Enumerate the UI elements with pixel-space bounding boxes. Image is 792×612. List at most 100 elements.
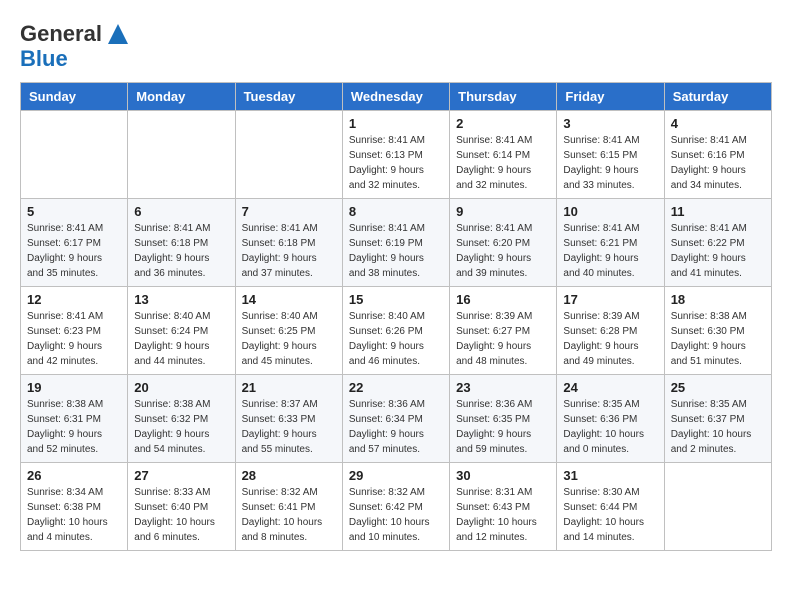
day-number: 19 [27,380,121,395]
day-info: Sunrise: 8:33 AM Sunset: 6:40 PM Dayligh… [134,485,228,545]
calendar-cell: 3 Sunrise: 8:41 AM Sunset: 6:15 PM Daylig… [557,111,664,199]
calendar-cell: 22 Sunrise: 8:36 AM Sunset: 6:34 PM Dayli… [342,375,449,463]
day-number: 9 [456,204,550,219]
day-number: 11 [671,204,765,219]
day-number: 5 [27,204,121,219]
day-number: 16 [456,292,550,307]
weekday-header-friday: Friday [557,83,664,111]
day-info: Sunrise: 8:36 AM Sunset: 6:34 PM Dayligh… [349,397,443,457]
day-number: 14 [242,292,336,307]
day-number: 27 [134,468,228,483]
day-number: 24 [563,380,657,395]
page-header: General Blue [20,20,772,72]
calendar-cell: 11 Sunrise: 8:41 AM Sunset: 6:22 PM Dayli… [664,199,771,287]
calendar-cell: 18 Sunrise: 8:38 AM Sunset: 6:30 PM Dayli… [664,287,771,375]
day-info: Sunrise: 8:41 AM Sunset: 6:17 PM Dayligh… [27,221,121,281]
day-info: Sunrise: 8:41 AM Sunset: 6:18 PM Dayligh… [242,221,336,281]
day-info: Sunrise: 8:40 AM Sunset: 6:26 PM Dayligh… [349,309,443,369]
weekday-header-tuesday: Tuesday [235,83,342,111]
calendar-cell: 16 Sunrise: 8:39 AM Sunset: 6:27 PM Dayli… [450,287,557,375]
day-info: Sunrise: 8:36 AM Sunset: 6:35 PM Dayligh… [456,397,550,457]
calendar-cell: 6 Sunrise: 8:41 AM Sunset: 6:18 PM Daylig… [128,199,235,287]
day-number: 21 [242,380,336,395]
calendar-cell: 17Sunrise: 8:39 AM Sunset: 6:28 PM Dayli… [557,287,664,375]
calendar-cell: 23 Sunrise: 8:36 AM Sunset: 6:35 PM Dayli… [450,375,557,463]
day-info: Sunrise: 8:40 AM Sunset: 6:25 PM Dayligh… [242,309,336,369]
weekday-header-thursday: Thursday [450,83,557,111]
day-number: 29 [349,468,443,483]
calendar-cell: 28 Sunrise: 8:32 AM Sunset: 6:41 PM Dayli… [235,463,342,551]
day-number: 30 [456,468,550,483]
calendar-cell: 2 Sunrise: 8:41 AM Sunset: 6:14 PM Daylig… [450,111,557,199]
day-info: Sunrise: 8:37 AM Sunset: 6:33 PM Dayligh… [242,397,336,457]
weekday-header-row: SundayMondayTuesdayWednesdayThursdayFrid… [21,83,772,111]
day-number: 2 [456,116,550,131]
day-info: Sunrise: 8:41 AM Sunset: 6:15 PM Dayligh… [563,133,657,193]
day-number: 7 [242,204,336,219]
calendar-cell: 31 Sunrise: 8:30 AM Sunset: 6:44 PM Dayli… [557,463,664,551]
day-info: Sunrise: 8:32 AM Sunset: 6:42 PM Dayligh… [349,485,443,545]
day-number: 31 [563,468,657,483]
day-info: Sunrise: 8:38 AM Sunset: 6:32 PM Dayligh… [134,397,228,457]
calendar-cell: 25Sunrise: 8:35 AM Sunset: 6:37 PM Dayli… [664,375,771,463]
day-number: 6 [134,204,228,219]
day-info: Sunrise: 8:35 AM Sunset: 6:37 PM Dayligh… [671,397,765,457]
weekday-header-monday: Monday [128,83,235,111]
calendar-cell: 21 Sunrise: 8:37 AM Sunset: 6:33 PM Dayli… [235,375,342,463]
day-info: Sunrise: 8:31 AM Sunset: 6:43 PM Dayligh… [456,485,550,545]
day-number: 13 [134,292,228,307]
day-info: Sunrise: 8:38 AM Sunset: 6:31 PM Dayligh… [27,397,121,457]
day-info: Sunrise: 8:38 AM Sunset: 6:30 PM Dayligh… [671,309,765,369]
calendar-table: SundayMondayTuesdayWednesdayThursdayFrid… [20,82,772,551]
calendar-cell: 15 Sunrise: 8:40 AM Sunset: 6:26 PM Dayli… [342,287,449,375]
day-info: Sunrise: 8:39 AM Sunset: 6:27 PM Dayligh… [456,309,550,369]
calendar-cell [664,463,771,551]
calendar-cell: 24 Sunrise: 8:35 AM Sunset: 6:36 PM Dayli… [557,375,664,463]
calendar-week-4: 19 Sunrise: 8:38 AM Sunset: 6:31 PM Dayli… [21,375,772,463]
calendar-week-1: 1Sunrise: 8:41 AM Sunset: 6:13 PM Daylig… [21,111,772,199]
day-number: 12 [27,292,121,307]
day-info: Sunrise: 8:41 AM Sunset: 6:19 PM Dayligh… [349,221,443,281]
day-info: Sunrise: 8:40 AM Sunset: 6:24 PM Dayligh… [134,309,228,369]
calendar-week-2: 5 Sunrise: 8:41 AM Sunset: 6:17 PM Daylig… [21,199,772,287]
day-info: Sunrise: 8:41 AM Sunset: 6:23 PM Dayligh… [27,309,121,369]
day-number: 15 [349,292,443,307]
day-info: Sunrise: 8:32 AM Sunset: 6:41 PM Dayligh… [242,485,336,545]
calendar-cell: 9 Sunrise: 8:41 AM Sunset: 6:20 PM Daylig… [450,199,557,287]
day-info: Sunrise: 8:41 AM Sunset: 6:21 PM Dayligh… [563,221,657,281]
calendar-cell: 26 Sunrise: 8:34 AM Sunset: 6:38 PM Dayli… [21,463,128,551]
calendar-cell: 29 Sunrise: 8:32 AM Sunset: 6:42 PM Dayli… [342,463,449,551]
day-number: 26 [27,468,121,483]
day-info: Sunrise: 8:30 AM Sunset: 6:44 PM Dayligh… [563,485,657,545]
day-info: Sunrise: 8:41 AM Sunset: 6:16 PM Dayligh… [671,133,765,193]
calendar-cell [235,111,342,199]
day-info: Sunrise: 8:41 AM Sunset: 6:18 PM Dayligh… [134,221,228,281]
day-number: 3 [563,116,657,131]
day-info: Sunrise: 8:35 AM Sunset: 6:36 PM Dayligh… [563,397,657,457]
calendar-cell: 1Sunrise: 8:41 AM Sunset: 6:13 PM Daylig… [342,111,449,199]
calendar-cell: 14 Sunrise: 8:40 AM Sunset: 6:25 PM Dayli… [235,287,342,375]
calendar-cell: 4Sunrise: 8:41 AM Sunset: 6:16 PM Daylig… [664,111,771,199]
day-number: 18 [671,292,765,307]
weekday-header-sunday: Sunday [21,83,128,111]
calendar-cell: 7 Sunrise: 8:41 AM Sunset: 6:18 PM Daylig… [235,199,342,287]
calendar-cell: 27 Sunrise: 8:33 AM Sunset: 6:40 PM Dayli… [128,463,235,551]
day-number: 28 [242,468,336,483]
logo: General Blue [20,20,132,72]
day-info: Sunrise: 8:41 AM Sunset: 6:20 PM Dayligh… [456,221,550,281]
day-number: 20 [134,380,228,395]
calendar-week-3: 12 Sunrise: 8:41 AM Sunset: 6:23 PM Dayli… [21,287,772,375]
calendar-cell: 8Sunrise: 8:41 AM Sunset: 6:19 PM Daylig… [342,199,449,287]
calendar-cell: 19 Sunrise: 8:38 AM Sunset: 6:31 PM Dayli… [21,375,128,463]
calendar-cell: 5 Sunrise: 8:41 AM Sunset: 6:17 PM Daylig… [21,199,128,287]
day-number: 23 [456,380,550,395]
day-info: Sunrise: 8:34 AM Sunset: 6:38 PM Dayligh… [27,485,121,545]
day-info: Sunrise: 8:41 AM Sunset: 6:14 PM Dayligh… [456,133,550,193]
weekday-header-wednesday: Wednesday [342,83,449,111]
calendar-cell [128,111,235,199]
calendar-cell: 20 Sunrise: 8:38 AM Sunset: 6:32 PM Dayli… [128,375,235,463]
day-number: 22 [349,380,443,395]
calendar-week-5: 26 Sunrise: 8:34 AM Sunset: 6:38 PM Dayli… [21,463,772,551]
day-number: 17 [563,292,657,307]
day-info: Sunrise: 8:41 AM Sunset: 6:22 PM Dayligh… [671,221,765,281]
